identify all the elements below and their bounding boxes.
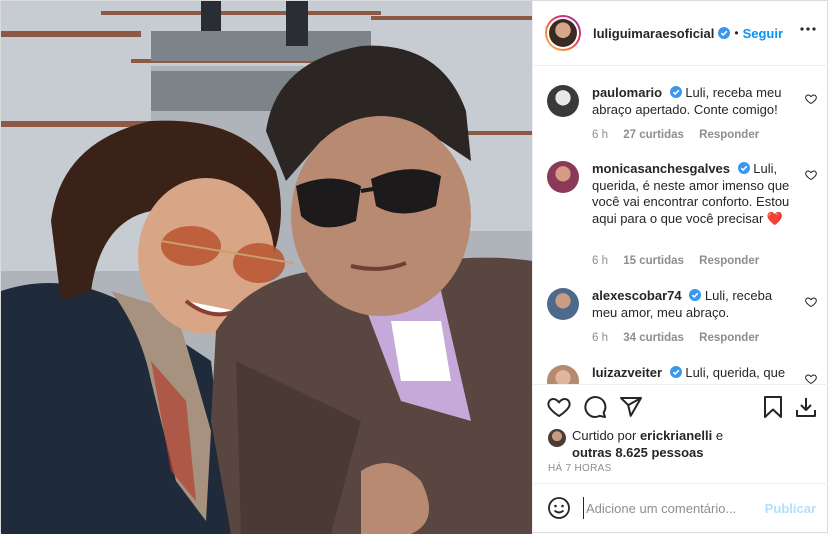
comment-reply-button[interactable]: Responder xyxy=(699,129,759,141)
comment-likes[interactable]: 34 curtidas xyxy=(623,332,684,344)
post-photo-illustration xyxy=(1,1,532,534)
emoji-icon[interactable] xyxy=(547,496,571,520)
comment-input[interactable] xyxy=(583,497,763,519)
comment-meta: 6 h 15 curtidas Responder xyxy=(592,255,771,267)
comment-username[interactable]: monicasanchesgalves xyxy=(592,161,730,176)
share-icon[interactable] xyxy=(619,395,643,419)
header-separator: • xyxy=(734,26,739,40)
comment-age[interactable]: 6 h xyxy=(592,129,608,141)
post-side-panel: luliguimaraesoficial • Seguir paulomario xyxy=(532,1,828,534)
comment-age[interactable]: 6 h xyxy=(592,255,608,267)
comment-likes[interactable]: 27 curtidas xyxy=(623,129,684,141)
comment-username[interactable]: alexescobar74 xyxy=(592,288,682,303)
comment-likes[interactable]: 15 curtidas xyxy=(623,255,684,267)
comment-body: monicasanchesgalves Luli, querida, é nes… xyxy=(592,161,792,227)
comment-avatar[interactable] xyxy=(547,161,579,193)
comment-heart-icon[interactable] xyxy=(805,373,817,384)
verified-badge-icon xyxy=(669,86,682,98)
comment-body: paulomario Luli, receba meu abraço apert… xyxy=(592,85,792,118)
post-timestamp[interactable]: HÁ 7 HORAS xyxy=(548,463,612,474)
comment-body: luizazveiter Luli, querida, que xyxy=(592,365,792,382)
comment-body: alexescobar74 Luli, receba meu amor, meu… xyxy=(592,288,792,321)
liked-by-others[interactable]: outras 8.625 pessoas xyxy=(572,445,704,460)
comment-meta: 6 h 34 curtidas Responder xyxy=(592,332,771,344)
author-avatar-image xyxy=(549,19,577,47)
liked-by-prefix: Curtido por xyxy=(572,428,637,443)
verified-badge-icon xyxy=(689,289,702,301)
comment-avatar[interactable] xyxy=(547,288,579,320)
comment-reply-button[interactable]: Responder xyxy=(699,332,759,344)
comment-avatar[interactable] xyxy=(547,85,579,117)
add-comment-bar: Publicar xyxy=(533,483,828,534)
heart-icon[interactable] xyxy=(547,395,571,419)
verified-badge-icon xyxy=(718,27,731,39)
post-photo[interactable] xyxy=(1,1,532,534)
liked-by-conj: e xyxy=(715,428,724,443)
follow-button[interactable]: Seguir xyxy=(743,26,783,41)
verified-badge-icon xyxy=(737,162,750,174)
author-username[interactable]: luliguimaraesoficial xyxy=(593,26,714,41)
verified-badge-icon xyxy=(669,366,682,378)
comment-avatar[interactable] xyxy=(547,365,579,384)
comment-icon[interactable] xyxy=(583,395,607,419)
liked-by-user[interactable]: erickrianelli xyxy=(640,428,712,443)
author-avatar[interactable] xyxy=(545,15,581,51)
comment-heart-icon[interactable] xyxy=(805,169,817,181)
post-header: luliguimaraesoficial • Seguir xyxy=(533,1,828,66)
liked-by-avatar[interactable] xyxy=(548,429,566,447)
comment-heart-icon[interactable] xyxy=(805,93,817,105)
comment-reply-button[interactable]: Responder xyxy=(699,255,759,267)
bookmark-icon[interactable] xyxy=(761,395,785,419)
instagram-post: luliguimaraesoficial • Seguir paulomario xyxy=(0,0,828,534)
comment-username[interactable]: paulomario xyxy=(592,85,662,100)
comment-username[interactable]: luizazveiter xyxy=(592,365,662,380)
comment-text: Luli, querida, que xyxy=(685,365,786,380)
download-icon[interactable] xyxy=(794,395,818,419)
liked-by-text: Curtido por erickrianelli e outras 8.625… xyxy=(572,427,822,461)
more-horizontal-icon[interactable] xyxy=(800,27,816,31)
publish-button[interactable]: Publicar xyxy=(765,501,816,516)
author-avatar-inner xyxy=(547,17,579,49)
comment-age[interactable]: 6 h xyxy=(592,332,608,344)
comment-heart-icon[interactable] xyxy=(805,296,817,308)
comment-meta: 6 h 27 curtidas Responder xyxy=(592,129,771,141)
comments-list[interactable]: paulomario Luli, receba meu abraço apert… xyxy=(533,67,828,384)
